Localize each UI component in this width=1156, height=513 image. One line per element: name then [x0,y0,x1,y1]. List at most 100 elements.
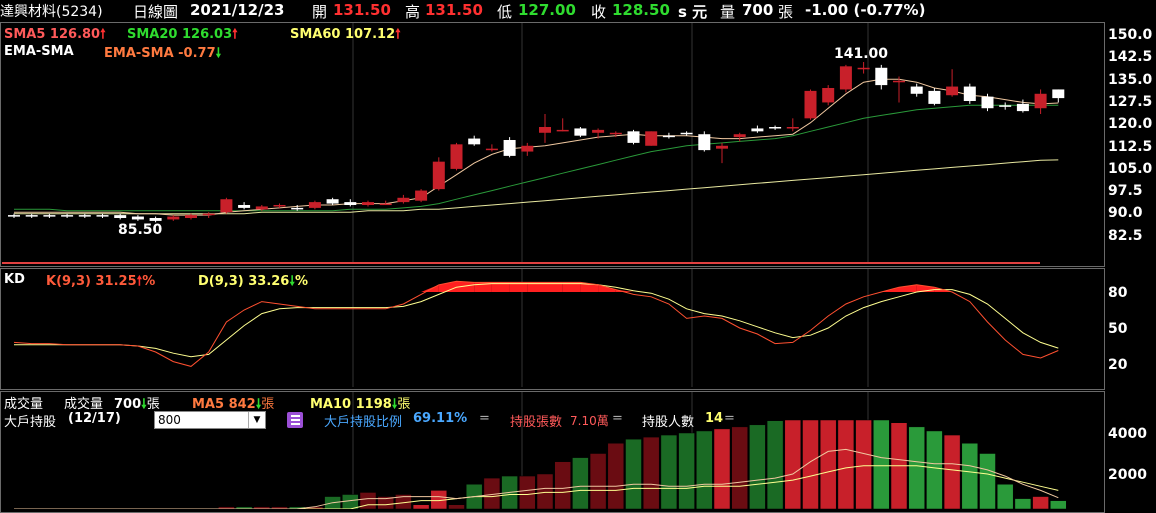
price-axis-label: 82.5 [1108,227,1143,244]
kd-axis-80: 80 [1108,285,1128,301]
candle-body [255,206,268,210]
volume-bar [819,419,837,509]
price-axis-label: 135.0 [1108,71,1153,88]
candle-body [8,215,20,217]
d-line [14,283,1059,358]
candle-body [131,216,144,220]
candle-body [61,215,74,217]
candle-body [185,215,197,218]
people-label: 持股人數 [642,415,695,430]
volume-bar [572,457,589,509]
volume-axis-2000: 2000 [1108,467,1147,483]
candle-body [698,134,711,151]
volume-bar [660,434,678,509]
shares-eq: = [612,411,623,426]
volume-title: 成交量 [4,397,44,412]
candle-body [1052,89,1065,99]
volume-bar [536,473,554,509]
volume-bar [766,420,784,509]
candle-body [25,215,38,217]
volume-bar [412,504,430,509]
price-axis-label: 150.0 [1108,27,1153,43]
volume-bar [1050,500,1067,509]
stock-chart[interactable] [0,0,1156,509]
candle-body [804,90,817,119]
volume-bar [731,426,748,509]
sma20-line [14,104,1059,212]
price-axis-label: 120.0 [1108,116,1153,133]
candle-body [362,202,374,205]
holder-threshold-value: 800 [158,413,181,427]
price-axis-label: 105.0 [1108,160,1153,177]
kd-title: KD [4,272,25,287]
candle-body [857,67,870,70]
volume-bar [979,453,996,509]
people-value: 14 [705,411,724,426]
candle-body [910,86,923,94]
candle-body [999,105,1012,107]
kd-axis-20: 20 [1108,357,1128,373]
holders-ratio-label: 大戶持股比例 [324,415,403,430]
volume-bar [1032,496,1049,509]
candle-body [662,135,675,138]
low-marker: 85.50 [118,222,163,238]
volume-bar [749,424,766,509]
candle-body [928,90,941,104]
volume-label: 成交量 [64,397,104,412]
candle-body [592,129,605,133]
list-icon[interactable] [287,412,303,428]
volume-bar [784,419,802,509]
volume-bar [696,430,713,509]
candle-body [96,215,109,217]
d-legend: D(9,3) 33.26🠗% [198,274,308,289]
candle-body [521,145,534,152]
candle-body [202,213,215,216]
candle-body [308,202,321,208]
k-line [13,280,1059,367]
candle-body [43,215,56,217]
candle-body [503,140,516,156]
candle-body [627,131,640,143]
chevron-down-icon[interactable]: ▼ [248,412,265,428]
ema-sma-title: EMA-SMA [4,44,74,59]
volume-bar [996,484,1014,509]
volume-bar [678,432,695,509]
candle-body [1016,103,1029,112]
holders-ratio-eq: = [479,411,490,426]
candle-body [78,215,91,217]
candle-body [344,202,357,205]
volume-bar [873,419,890,509]
sma60-legend: SMA60 107.12🠕 [290,27,401,42]
volume-bar [607,443,625,509]
price-axis-label: 112.5 [1108,138,1153,155]
price-axis-label: 97.5 [1108,183,1143,200]
volume-current: 700🠗張 [114,397,160,412]
high-marker: 141.00 [834,46,889,62]
candle-body [450,144,463,169]
candle-body [875,67,888,86]
price-axis-label: 90.0 [1108,205,1143,222]
volume-bar [943,434,961,509]
down-arrow-icon: 🠗 [215,46,222,61]
candle-body [397,197,410,203]
volume-bar [837,419,855,509]
sma5-line [14,78,1059,216]
candle-body [149,218,162,221]
volume-bar [589,453,607,509]
candle-body [291,207,304,210]
candle-body [822,88,835,103]
holders-ratio-value: 69.11% [413,411,468,426]
candle-body [485,148,498,151]
candle-body [1034,93,1047,109]
candle-body [220,199,233,213]
candle-body [468,138,481,145]
volume-bar [802,419,819,509]
candle-body [751,128,764,132]
volume-bar [519,475,536,509]
candle-body [415,190,428,201]
volume-axis-4000: 4000 [1108,426,1147,442]
holder-threshold-select[interactable]: 800 ▼ [154,411,266,429]
volume-bar [642,436,660,509]
candle-body [963,86,976,101]
candle-body [238,205,251,208]
